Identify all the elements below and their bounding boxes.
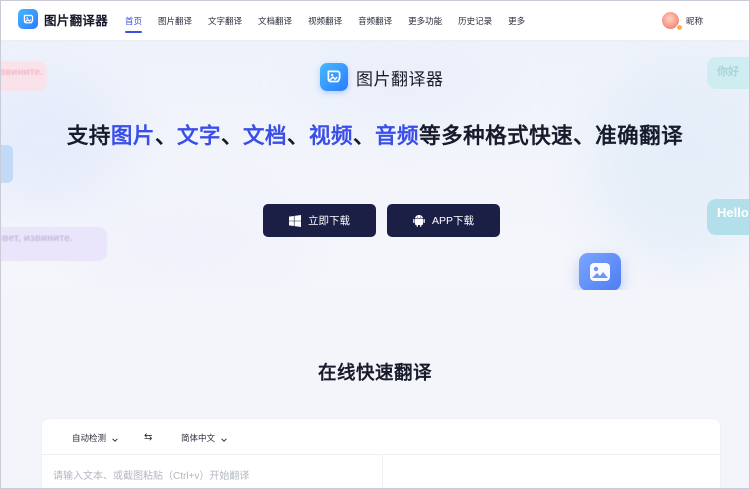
nav-link-audio-translate[interactable]: 音频翻译 xyxy=(358,1,392,41)
user-name[interactable]: 昵称 xyxy=(686,15,703,27)
chevron-down-icon xyxy=(112,435,118,442)
nav-links: 首页 图片翻译 文字翻译 文档翻译 视频翻译 音频翻译 更多功能 历史记录 更多 xyxy=(125,1,541,41)
avatar[interactable] xyxy=(661,12,683,31)
image-icon xyxy=(579,253,621,290)
section-title: 在线快速翻译 xyxy=(317,362,432,383)
decorative-chat-bubble: Hello xyxy=(707,199,749,235)
decorative-chat-bubble xyxy=(1,145,13,183)
decorative-chat-bubble: 你好 xyxy=(707,57,749,89)
nav-link-document-translate[interactable]: 文档翻译 xyxy=(258,1,292,41)
nav-logo[interactable]: 图片翻译器 xyxy=(18,9,108,29)
target-language-select[interactable]: 简体中文 xyxy=(181,432,227,444)
windows-download-button[interactable]: 立即下载 xyxy=(263,204,376,237)
swap-icon[interactable]: ⇆ xyxy=(144,432,152,443)
source-language-select[interactable]: 自动检测 xyxy=(72,432,118,444)
source-language-label: 自动检测 xyxy=(72,433,107,443)
target-language-label: 简体中文 xyxy=(181,433,216,443)
page: 图片翻译器 首页 图片翻译 文字翻译 文档翻译 视频翻译 音频翻译 更多功能 历… xyxy=(0,0,750,489)
decorative-chat-bubble: свет, извините. xyxy=(1,227,107,261)
app-download-label: APP下载 xyxy=(431,215,474,227)
chevron-down-icon xyxy=(221,435,227,442)
windows-download-label: 立即下载 xyxy=(308,215,350,227)
nav-link-history[interactable]: 历史记录 xyxy=(458,1,492,41)
nav-link-image-translate[interactable]: 图片翻译 xyxy=(158,1,192,41)
translate-panel: 自动检测 ⇆ 简体中文 请输入文本、或截图粘贴（Ctrl+v）开始翻译 xyxy=(41,418,721,488)
nav-link-text-translate[interactable]: 文字翻译 xyxy=(208,1,242,41)
nav-link-video-translate[interactable]: 视频翻译 xyxy=(308,1,342,41)
hero-brand: 图片翻译器 xyxy=(320,63,444,91)
decorative-chat-bubble: ввините. xyxy=(1,61,47,91)
image-translate-logo-icon xyxy=(320,63,348,91)
avatar-badge xyxy=(675,24,683,31)
user-menu[interactable]: 昵称 xyxy=(661,12,703,31)
windows-icon xyxy=(289,214,301,227)
nav-link-more-features[interactable]: 更多功能 xyxy=(408,1,442,41)
hero-headline: 支持图片、文字、文档、视频、音频等多种格式快速、准确翻译 xyxy=(66,124,684,148)
source-text-input[interactable]: 请输入文本、或截图粘贴（Ctrl+v）开始翻译 xyxy=(53,467,249,482)
top-nav: 图片翻译器 首页 图片翻译 文字翻译 文档翻译 视频翻译 音频翻译 更多功能 历… xyxy=(1,1,749,41)
hero-banner: ввините. свет, извините. 你好 Hello 图片翻译器 … xyxy=(1,41,749,290)
android-icon xyxy=(413,214,425,227)
panel-divider xyxy=(382,455,383,488)
image-translate-logo-icon xyxy=(18,9,38,29)
nav-link-home[interactable]: 首页 xyxy=(125,1,143,41)
hero-brand-text: 图片翻译器 xyxy=(356,69,444,89)
app-download-button[interactable]: APP下载 xyxy=(387,204,500,237)
nav-link-more[interactable]: 更多 xyxy=(508,1,525,41)
translate-toolbar: 自动检测 ⇆ 简体中文 xyxy=(42,419,720,455)
nav-logo-text: 图片翻译器 xyxy=(44,13,109,28)
